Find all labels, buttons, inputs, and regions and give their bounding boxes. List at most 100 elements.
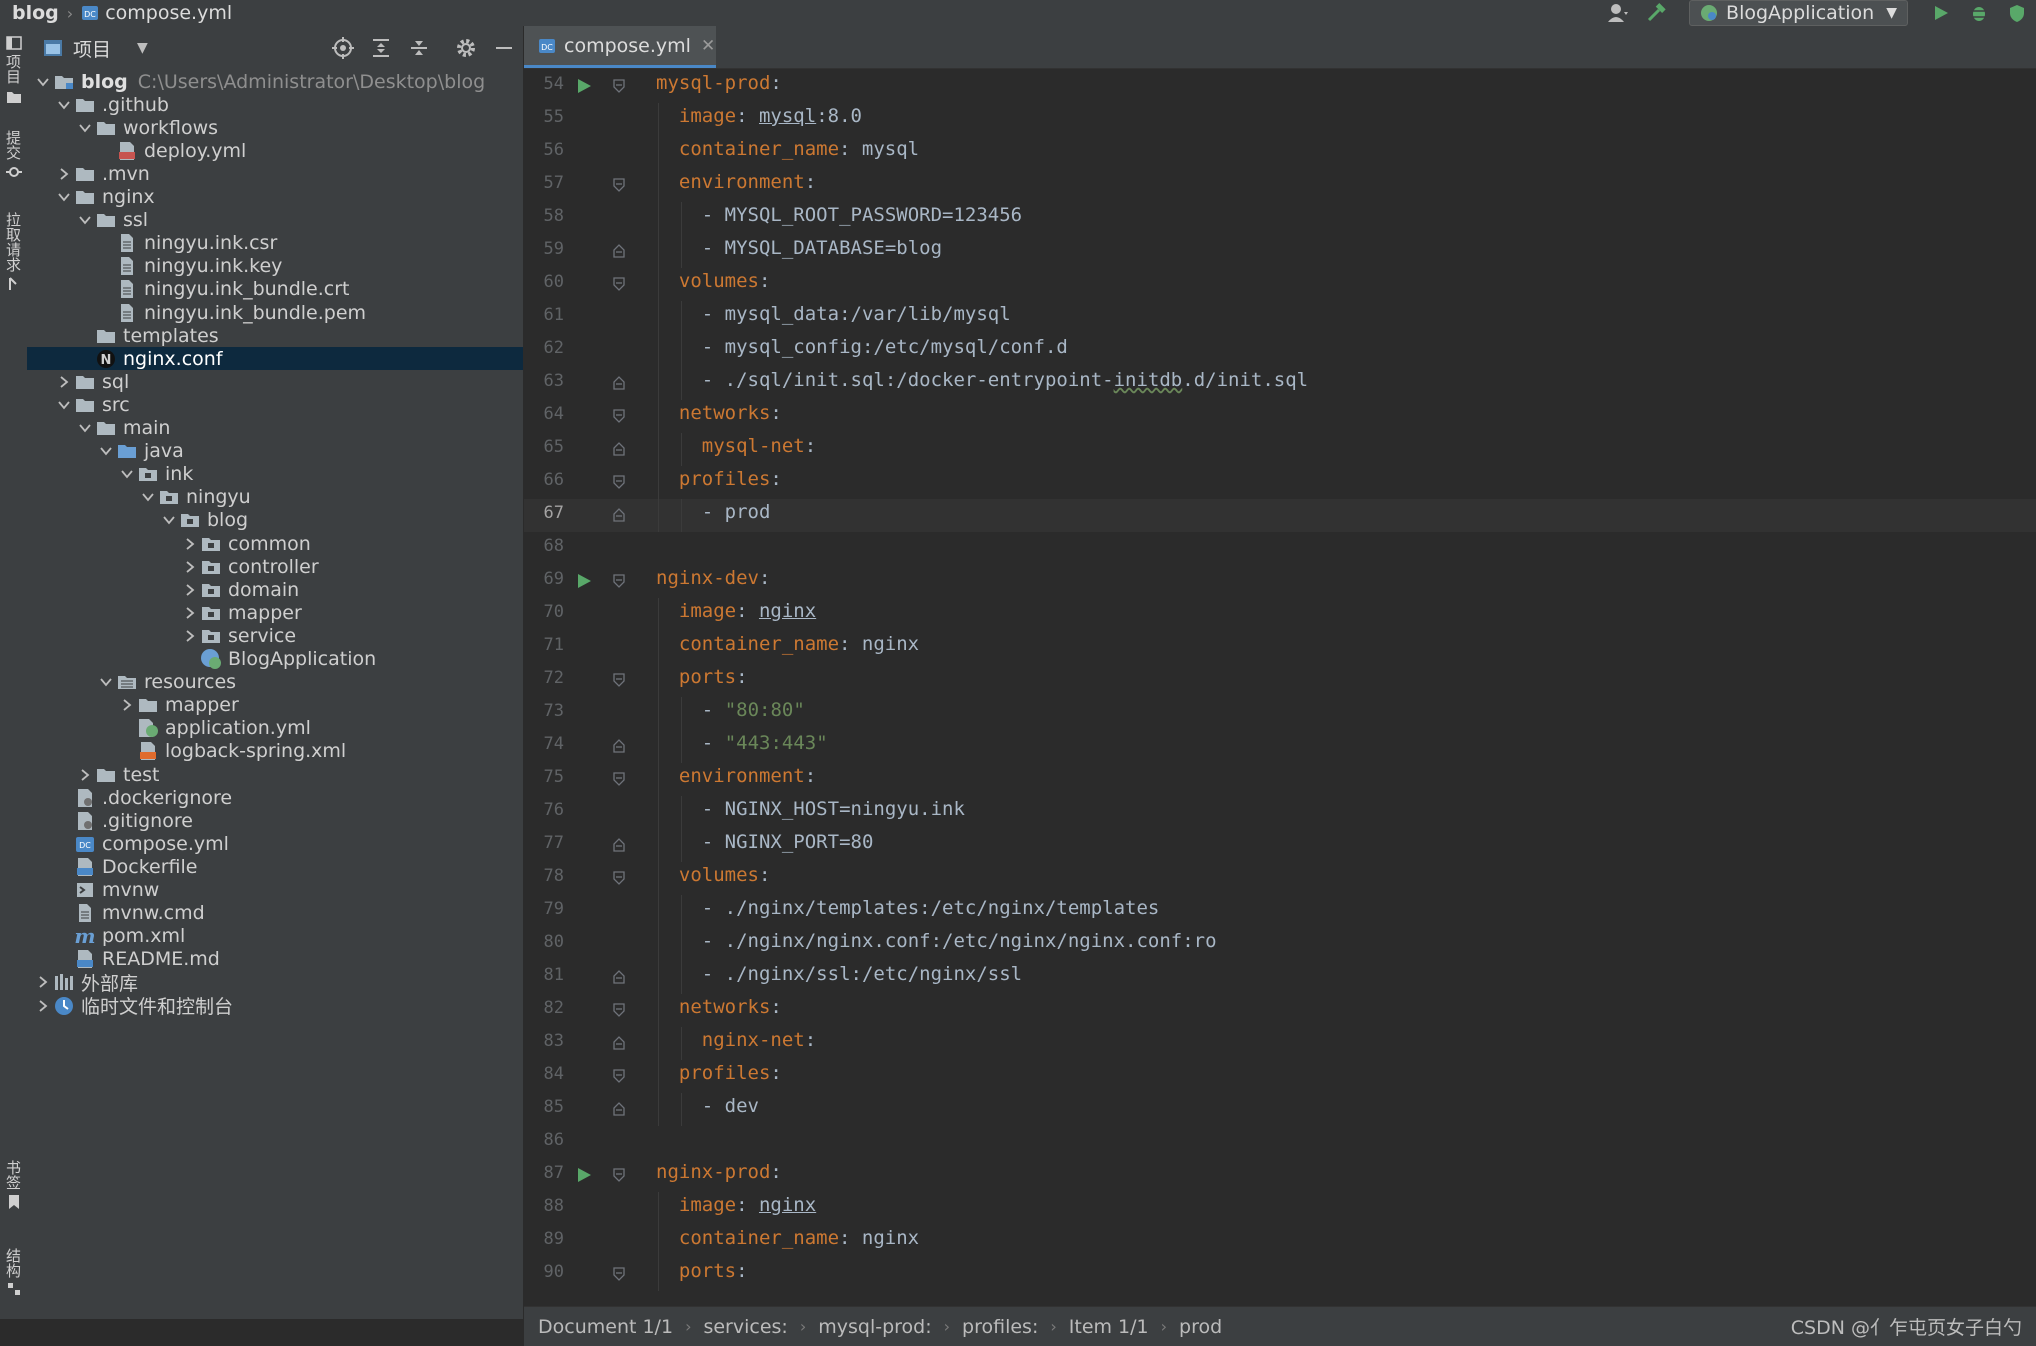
code-line[interactable]: 90 ports: <box>524 1258 2036 1291</box>
fold-close-icon[interactable] <box>612 837 626 857</box>
code-line[interactable]: 73 - "80:80" <box>524 697 2036 730</box>
code-line[interactable]: 55 image: mysql:8.0 <box>524 103 2036 136</box>
chevron-down-icon[interactable] <box>75 205 95 235</box>
code-line[interactable]: 66 profiles: <box>524 466 2036 499</box>
user-icon[interactable] <box>1605 0 1631 26</box>
code-line[interactable]: 71 container_name: nginx <box>524 631 2036 664</box>
coverage-icon[interactable] <box>2004 0 2030 26</box>
tree-item[interactable]: service <box>27 624 523 647</box>
project-tool-tab[interactable]: 项目 <box>0 36 27 104</box>
chevron-down-icon[interactable] <box>75 113 95 143</box>
fold-open-icon[interactable] <box>612 573 626 593</box>
build-hammer-icon[interactable] <box>1643 0 1669 26</box>
code-line[interactable]: 72 ports: <box>524 664 2036 697</box>
code-line[interactable]: 57 environment: <box>524 169 2036 202</box>
tree-item[interactable]: 临时文件和控制台 <box>27 994 523 1018</box>
code-line[interactable]: 67 - prod <box>524 499 2036 532</box>
code-line[interactable]: 76 - NGINX_HOST=ningyu.ink <box>524 796 2036 829</box>
code-line[interactable]: 86 <box>524 1126 2036 1159</box>
code-line[interactable]: 61 - mysql_data:/var/lib/mysql <box>524 301 2036 334</box>
tree-item[interactable]: java <box>27 440 523 463</box>
locate-file-icon[interactable] <box>329 34 357 62</box>
code-line[interactable]: 82 networks: <box>524 994 2036 1027</box>
code-line[interactable]: 79 - ./nginx/templates:/etc/nginx/templat… <box>524 895 2036 928</box>
code-line[interactable]: 58 - MYSQL_ROOT_PASSWORD=123456 <box>524 202 2036 235</box>
tab-compose-yml[interactable]: DC compose.yml ✕ <box>524 26 716 68</box>
code-line[interactable]: 89 container_name: nginx <box>524 1225 2036 1258</box>
fold-open-icon[interactable] <box>612 1068 626 1088</box>
fold-close-icon[interactable] <box>612 738 626 758</box>
breadcrumb-file[interactable]: compose.yml <box>105 2 232 24</box>
fold-close-icon[interactable] <box>612 969 626 989</box>
fold-open-icon[interactable] <box>612 408 626 428</box>
tree-item[interactable]: Nnginx.conf <box>27 347 523 371</box>
code-area[interactable]: 54 mysql-prod: 55 image: mysql:8.0 56 contain… <box>524 70 2036 1306</box>
tree-item[interactable]: mvnw <box>27 879 523 902</box>
fold-open-icon[interactable] <box>612 474 626 494</box>
close-icon[interactable]: ✕ <box>701 36 715 56</box>
tree-item[interactable]: .gitignore <box>27 809 523 832</box>
code-line[interactable]: 88 image: nginx <box>524 1192 2036 1225</box>
code-line[interactable]: 77 - NGINX_PORT=80 <box>524 829 2036 862</box>
code-line[interactable]: 60 volumes: <box>524 268 2036 301</box>
chevron-down-icon[interactable] <box>117 459 137 489</box>
fold-close-icon[interactable] <box>612 243 626 263</box>
commit-tool-tab[interactable]: 提交 <box>0 126 27 180</box>
breadcrumb-project[interactable]: blog <box>12 2 59 24</box>
run-service-icon[interactable] <box>576 78 592 98</box>
run-icon[interactable] <box>1928 0 1954 26</box>
debug-icon[interactable] <box>1966 0 1992 26</box>
chevron-down-icon[interactable] <box>75 413 95 443</box>
structure-tool-tab[interactable]: 结构 <box>0 1244 27 1296</box>
fold-open-icon[interactable] <box>612 1266 626 1286</box>
code-line[interactable]: 54 mysql-prod: <box>524 70 2036 103</box>
tree-item[interactable]: application.yml <box>27 717 523 740</box>
chevron-right-icon[interactable] <box>33 991 53 1021</box>
fold-close-icon[interactable] <box>612 375 626 395</box>
chevron-down-icon[interactable] <box>54 90 74 120</box>
fold-close-icon[interactable] <box>612 441 626 461</box>
code-line[interactable]: 74 - "443:443" <box>524 730 2036 763</box>
code-line[interactable]: 62 - mysql_config:/etc/mysql/conf.d <box>524 334 2036 367</box>
tree-item[interactable]: test <box>27 763 523 786</box>
chevron-down-icon[interactable] <box>33 67 53 97</box>
code-line[interactable]: 59 - MYSQL_DATABASE=blog <box>524 235 2036 268</box>
code-line[interactable]: 78 volumes: <box>524 862 2036 895</box>
pull-requests-tool-tab[interactable]: 拉取请求 <box>0 208 27 292</box>
collapse-all-icon[interactable] <box>405 34 433 62</box>
gear-icon[interactable] <box>452 34 480 62</box>
tree-item[interactable]: ink <box>27 463 523 486</box>
code-line[interactable]: 85 - dev <box>524 1093 2036 1126</box>
fold-open-icon[interactable] <box>612 672 626 692</box>
chevron-down-icon[interactable] <box>54 182 74 212</box>
code-line[interactable]: 65 mysql-net: <box>524 433 2036 466</box>
fold-open-icon[interactable] <box>612 870 626 890</box>
tree-item[interactable]: m pom.xml <box>27 925 523 948</box>
fold-close-icon[interactable] <box>612 507 626 527</box>
fold-open-icon[interactable] <box>612 276 626 296</box>
tree-item[interactable]: .mvn <box>27 162 523 185</box>
code-line[interactable]: 64 networks: <box>524 400 2036 433</box>
tree-item[interactable]: Dockerfile <box>27 855 523 878</box>
code-line[interactable]: 75 environment: <box>524 763 2036 796</box>
chevron-down-icon[interactable] <box>138 482 158 512</box>
run-service-icon[interactable] <box>576 1167 592 1187</box>
run-service-icon[interactable] <box>576 573 592 593</box>
tree-item[interactable]: ningyu <box>27 486 523 509</box>
project-view-selector[interactable]: 项目 ▼ <box>43 35 148 62</box>
tree-item[interactable]: deploy.yml <box>27 139 523 162</box>
code-line[interactable]: 87 nginx-prod: <box>524 1159 2036 1192</box>
tree-item[interactable]: mapper <box>27 601 523 624</box>
run-configuration-selector[interactable]: BlogApplication ▼ <box>1689 0 1908 26</box>
code-line[interactable]: 56 container_name: mysql <box>524 136 2036 169</box>
code-line[interactable]: 83 nginx-net: <box>524 1027 2036 1060</box>
fold-open-icon[interactable] <box>612 1167 626 1187</box>
tree-item[interactable]: mapper <box>27 694 523 717</box>
fold-open-icon[interactable] <box>612 177 626 197</box>
tree-item[interactable]: blog <box>27 509 523 532</box>
tree-item[interactable]: README.md <box>27 948 523 971</box>
code-line[interactable]: 84 profiles: <box>524 1060 2036 1093</box>
chevron-down-icon[interactable] <box>54 390 74 420</box>
minimize-icon[interactable] <box>490 34 518 62</box>
code-line[interactable]: 68 <box>524 532 2036 565</box>
